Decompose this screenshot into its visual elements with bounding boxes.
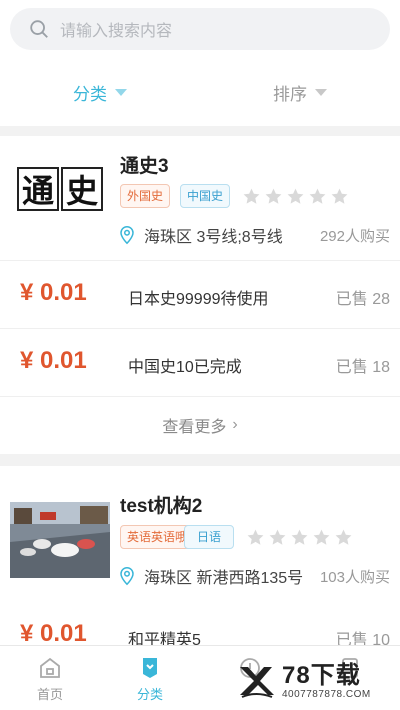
tag-foreign-history: 外国史 [120, 184, 171, 208]
course-name: 日本史99999待使用 [128, 291, 269, 308]
filter-sort-label: 排序 [273, 84, 307, 104]
course-row[interactable]: ¥ 0.01 日本史99999待使用 已售 28 [0, 260, 400, 328]
institution-card[interactable]: 通 史 通史3 外国史 中国史 海珠区 3号线;8号线 292人购买 ¥ 0.0… [0, 136, 400, 462]
institution-name: test机构2 [120, 496, 203, 517]
star-icon [291, 529, 308, 545]
location-pin-icon [120, 226, 134, 245]
tag-japanese: 日语 [184, 525, 235, 549]
location-row: 海珠区 新港西路135号 [118, 564, 303, 588]
star-icon [243, 188, 260, 204]
tab-category[interactable]: 分类 [100, 646, 200, 710]
chevron-down-icon [115, 88, 127, 96]
tag-chinese-history: 中国史 [180, 184, 231, 208]
buyer-count: 103人购买 [319, 569, 390, 586]
chevron-right-icon: › [232, 415, 238, 433]
institution-name: 通史3 [120, 156, 169, 177]
filter-category-label: 分类 [73, 84, 107, 104]
buyer-count: 292人购买 [319, 228, 390, 245]
location-row: 海珠区 3号线;8号线 [118, 223, 283, 247]
category-icon [143, 658, 157, 678]
tag-english: 英语英语哦 [120, 525, 195, 549]
course-sold: 已售 18 [335, 359, 390, 376]
course-sold: 已售 28 [335, 291, 390, 308]
course-name: 中国史10已完成 [128, 359, 242, 376]
star-icon [335, 529, 352, 545]
location-pin-icon [120, 567, 134, 586]
star-icon [287, 188, 304, 204]
institution-card[interactable]: test机构2 英语英语哦 日语 海珠区 新港西路135号 103人购买 ¥ 0… [0, 466, 400, 649]
star-icon [269, 529, 286, 545]
course-price: ¥ 0.01 [20, 279, 87, 306]
filter-bar: 分类 排序 [0, 70, 400, 114]
star-icon [313, 529, 330, 545]
tab-home-label: 首页 [36, 687, 63, 702]
home-icon [40, 657, 60, 678]
tab-category-label: 分类 [136, 687, 163, 702]
course-price: ¥ 0.01 [20, 620, 87, 647]
tab-home[interactable]: 首页 [0, 646, 100, 710]
filter-category[interactable]: 分类 [0, 70, 200, 114]
institution-thumbnail [10, 502, 110, 578]
star-icon [331, 188, 348, 204]
watermark-logo-icon [240, 667, 274, 698]
location-text: 海珠区 3号线;8号线 [144, 229, 283, 246]
watermark-title: 78下载 [282, 661, 361, 689]
rating-stars [242, 187, 349, 206]
star-icon [247, 529, 264, 545]
star-icon [309, 188, 326, 204]
course-price: ¥ 0.01 [20, 347, 87, 374]
institution-thumbnail: 通 史 [10, 162, 110, 238]
section-divider [0, 454, 400, 466]
thumbnail-char-1: 通 [22, 172, 54, 210]
search-icon [30, 20, 48, 38]
chevron-down-icon [315, 88, 327, 96]
watermark-url: 4007787878.COM [282, 688, 371, 700]
search-bar[interactable]: 请输入搜索内容 [10, 8, 390, 50]
star-icon [265, 188, 282, 204]
view-more-label: 查看更多 [162, 418, 227, 436]
course-row[interactable]: ¥ 0.01 中国史10已完成 已售 18 [0, 328, 400, 396]
location-text: 海珠区 新港西路135号 [144, 570, 304, 587]
watermark: 78下载 4007787878.COM [236, 656, 394, 706]
rating-stars [246, 528, 353, 547]
thumbnail-char-2: 史 [66, 172, 98, 210]
view-more-button[interactable]: 查看更多 › [0, 396, 400, 452]
filter-sort[interactable]: 排序 [200, 70, 400, 114]
section-divider [0, 126, 400, 136]
search-input[interactable]: 请输入搜索内容 [60, 17, 172, 41]
